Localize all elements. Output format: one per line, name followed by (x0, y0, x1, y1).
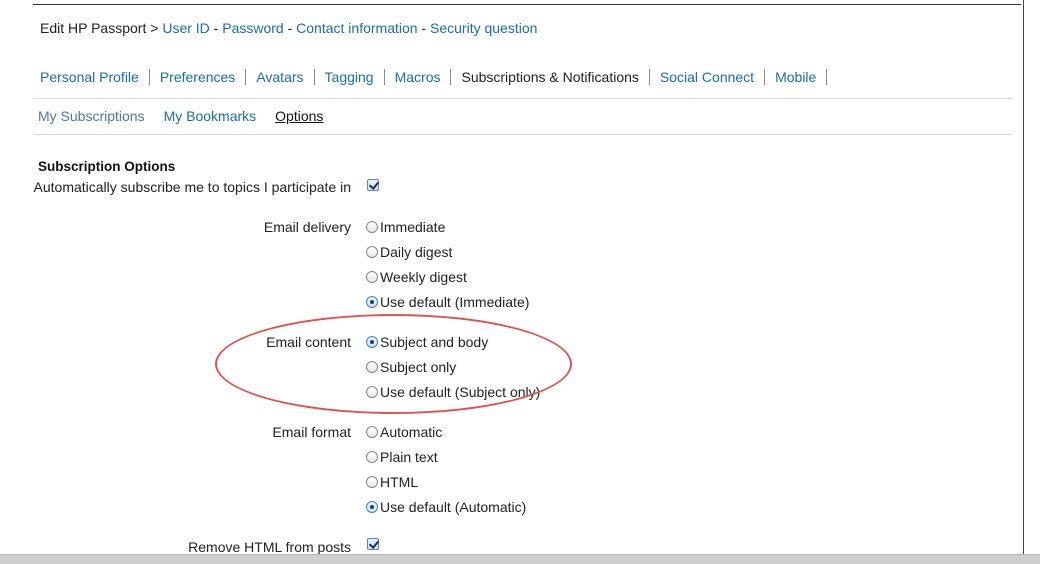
email-format-option-plain-text[interactable]: Plain text (366, 449, 438, 465)
tab-preferences[interactable]: Preferences (160, 69, 235, 85)
tab-tagging[interactable]: Tagging (325, 69, 374, 85)
option-label: Daily digest (380, 244, 453, 260)
auto-subscribe-checkbox[interactable] (367, 179, 379, 191)
tab-divider (148, 69, 150, 85)
option-label: Immediate (380, 219, 446, 235)
email-format-option-automatic[interactable]: Automatic (366, 424, 442, 440)
breadcrumb-dash: - (287, 20, 293, 36)
email-delivery-option-use-default[interactable]: Use default (Immediate) (366, 294, 529, 310)
email-content-option-use-default[interactable]: Use default (Subject only) (366, 384, 540, 400)
subtab-my-bookmarks[interactable]: My Bookmarks (164, 108, 257, 124)
option-label: Subject and body (380, 334, 489, 350)
email-content-label: Email content (266, 334, 351, 350)
tab-personal-profile[interactable]: Personal Profile (40, 69, 139, 85)
radio-button[interactable] (366, 426, 378, 438)
radio-button[interactable] (366, 451, 378, 463)
radio-button[interactable] (366, 361, 378, 373)
breadcrumb-dash: - (213, 20, 219, 36)
email-delivery-label: Email delivery (263, 219, 351, 235)
option-label: Use default (Automatic) (380, 499, 527, 515)
tab-divider (764, 69, 766, 85)
email-format-option-html[interactable]: HTML (366, 474, 418, 490)
subtab-options[interactable]: Options (275, 108, 323, 124)
breadcrumb-link-contact-information[interactable]: Contact information (296, 20, 417, 36)
tab-avatars[interactable]: Avatars (256, 69, 303, 85)
radio-button-selected[interactable] (366, 336, 378, 348)
subtab-my-subscriptions[interactable]: My Subscriptions (38, 108, 145, 124)
option-label: HTML (380, 474, 419, 490)
tab-divider (826, 69, 828, 85)
email-content-option-subject-and-body[interactable]: Subject and body (366, 334, 488, 350)
email-format-label: Email format (272, 424, 351, 440)
option-label: Use default (Immediate) (380, 294, 530, 310)
breadcrumb-separator: > (150, 20, 159, 36)
remove-html-checkbox[interactable] (367, 538, 379, 550)
tab-divider (450, 69, 452, 85)
option-label: Weekly digest (380, 269, 467, 285)
tab-subscriptions-notifications[interactable]: Subscriptions & Notifications (461, 69, 638, 85)
email-delivery-option-weekly-digest[interactable]: Weekly digest (366, 269, 467, 285)
email-delivery-option-immediate[interactable]: Immediate (366, 219, 445, 235)
option-label: Use default (Subject only) (380, 384, 541, 400)
option-label: Plain text (380, 449, 438, 465)
remove-html-label: Remove HTML from posts (188, 539, 351, 555)
radio-button[interactable] (366, 386, 378, 398)
radio-button[interactable] (366, 271, 378, 283)
subtabs-divider-line (33, 134, 1013, 135)
right-edge-line (1023, 0, 1024, 554)
tab-divider (648, 69, 650, 85)
email-format-option-use-default[interactable]: Use default (Automatic) (366, 499, 526, 515)
tab-mobile[interactable]: Mobile (775, 69, 816, 85)
radio-button[interactable] (366, 221, 378, 233)
breadcrumb-link-password[interactable]: Password (222, 20, 283, 36)
radio-button[interactable] (366, 476, 378, 488)
radio-button-selected[interactable] (366, 296, 378, 308)
window-bottom-bar (0, 554, 1040, 564)
sub-tabs: My Subscriptions My Bookmarks Options (38, 108, 342, 124)
radio-button-selected[interactable] (366, 501, 378, 513)
radio-button[interactable] (366, 246, 378, 258)
option-label: Subject only (380, 359, 457, 375)
breadcrumb-link-security-question[interactable]: Security question (430, 20, 537, 36)
tab-divider (313, 69, 315, 85)
auto-subscribe-label: Automatically subscribe me to topics I p… (33, 179, 351, 195)
main-tabs: Personal Profile Preferences Avatars Tag… (40, 69, 837, 85)
email-content-option-subject-only[interactable]: Subject only (366, 359, 456, 375)
breadcrumb-link-user-id[interactable]: User ID (162, 20, 209, 36)
tab-macros[interactable]: Macros (395, 69, 441, 85)
section-title: Subscription Options (38, 159, 176, 174)
tab-divider (383, 69, 385, 85)
tabs-divider-line (33, 98, 1013, 99)
breadcrumb: Edit HP Passport > User ID - Password - … (40, 20, 537, 36)
option-label: Automatic (380, 424, 443, 440)
email-delivery-option-daily-digest[interactable]: Daily digest (366, 244, 452, 260)
tab-divider (245, 69, 247, 85)
breadcrumb-root: Edit HP Passport (40, 20, 147, 36)
tab-social-connect[interactable]: Social Connect (660, 69, 754, 85)
breadcrumb-dash: - (421, 20, 427, 36)
top-rule (33, 4, 1021, 5)
